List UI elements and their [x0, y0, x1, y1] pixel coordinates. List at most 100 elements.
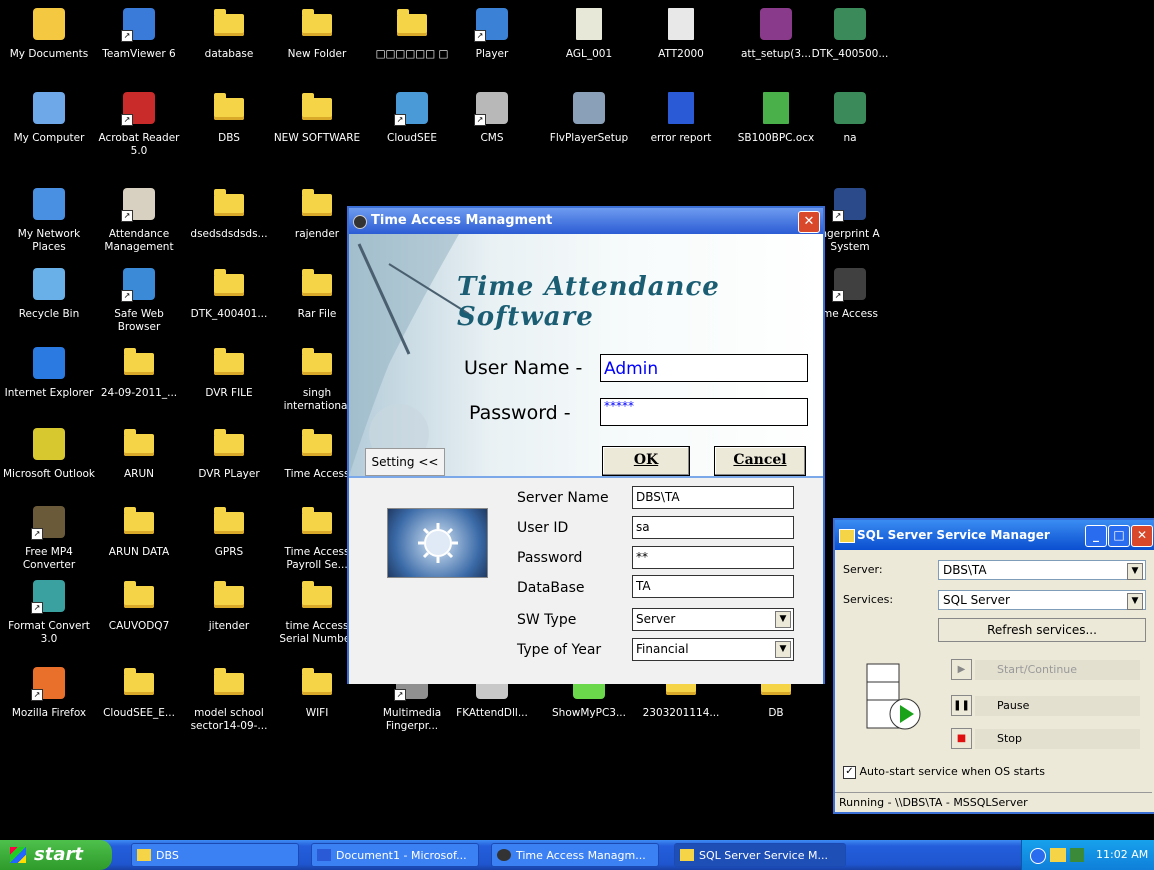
chevron-down-icon[interactable]: ▼: [1127, 593, 1143, 610]
taskbar-item-sql-server[interactable]: SQL Server Service M...: [674, 843, 846, 867]
desktop-icon[interactable]: DTK_400401...: [183, 268, 275, 321]
desktop-icon[interactable]: ↗ Attendance Management: [93, 188, 185, 254]
server-name-input[interactable]: DBS\TA: [632, 486, 794, 509]
start-button[interactable]: start: [0, 840, 112, 870]
chevron-down-icon[interactable]: ▼: [1127, 563, 1143, 580]
desktop-icon[interactable]: My Network Places: [3, 188, 95, 254]
desktop-icon-label: Recycle Bin: [18, 308, 80, 320]
desktop-icon[interactable]: ↗ CloudSEE: [366, 92, 458, 145]
desktop-icon[interactable]: ↗ Acrobat Reader 5.0: [93, 92, 185, 158]
year-type-select[interactable]: Financial ▼: [632, 638, 794, 661]
desktop-icon[interactable]: FlvPlayerSetup: [543, 92, 635, 145]
close-button[interactable]: ✕: [1131, 525, 1153, 547]
desktop-icon[interactable]: jitender: [183, 580, 275, 633]
desktop-icon[interactable]: CloudSEE_E...: [93, 667, 185, 720]
folder-icon: [213, 268, 245, 300]
desktop-icon[interactable]: dsedsdsdsds...: [183, 188, 275, 241]
desktop-icon-label: GPRS: [214, 546, 244, 558]
my-computer-icon: [33, 92, 65, 124]
start-button[interactable]: ▶: [951, 659, 972, 680]
taskbar-item-word[interactable]: Document1 - Microsof...: [311, 843, 479, 867]
database-input[interactable]: TA: [632, 575, 794, 598]
server-select[interactable]: DBS\TA ▼: [938, 560, 1146, 580]
taskbar-item-label: SQL Server Service M...: [699, 849, 828, 862]
tray-arrow-icon[interactable]: [1030, 848, 1046, 864]
desktop-icon[interactable]: Microsoft Outlook: [3, 428, 95, 481]
chevron-down-icon[interactable]: ▼: [775, 611, 791, 628]
network-tray-icon[interactable]: [1070, 848, 1084, 862]
sql-titlebar[interactable]: SQL Server Service Manager _ □ ✕: [835, 520, 1154, 550]
desktop-icon-label: Free MP4 Converter: [22, 546, 76, 571]
shortcut-arrow-icon: ↗: [31, 689, 43, 701]
user-id-input[interactable]: sa: [632, 516, 794, 539]
desktop-icon[interactable]: DTK_400500...: [804, 8, 896, 61]
desktop-icon[interactable]: error report: [635, 92, 727, 145]
desktop-icon-label: jitender: [208, 620, 250, 632]
folder-icon: [213, 347, 245, 379]
desktop-icon[interactable]: ATT2000: [635, 8, 727, 61]
taskbar-item-time-access[interactable]: Time Access Managm...: [491, 843, 659, 867]
ok-button[interactable]: OK: [602, 446, 690, 476]
services-select[interactable]: SQL Server ▼: [938, 590, 1146, 610]
desktop-icon-label: database: [204, 48, 254, 60]
desktop-icon[interactable]: CAUVODQ7: [93, 580, 185, 633]
minimize-button[interactable]: _: [1085, 525, 1107, 547]
desktop-icon[interactable]: DVR FILE: [183, 347, 275, 400]
desktop-icon[interactable]: ↗ Mozilla Firefox: [3, 667, 95, 720]
desktop-icon-label: Safe Web Browser: [114, 308, 164, 333]
close-button[interactable]: ✕: [798, 211, 820, 233]
desktop-icon[interactable]: New Folder: [271, 8, 363, 61]
time-access-titlebar[interactable]: Time Access Managment ✕: [349, 208, 823, 234]
stop-button[interactable]: ■: [951, 728, 972, 749]
autostart-checkbox[interactable]: ✓: [843, 765, 856, 779]
desktop-icon[interactable]: ↗ Free MP4 Converter: [3, 506, 95, 572]
desktop-icon-label: ShowMyPC3...: [552, 707, 626, 719]
pause-button[interactable]: ❚❚: [951, 695, 972, 716]
winrar-icon: [760, 8, 792, 40]
cancel-button[interactable]: Cancel: [714, 446, 806, 476]
shortcut-arrow-icon: ↗: [832, 290, 844, 302]
desktop-icon[interactable]: ARUN DATA: [93, 506, 185, 559]
password-input[interactable]: *****: [600, 398, 808, 426]
teamviewer-icon: ↗: [121, 8, 155, 42]
desktop-icon[interactable]: ↗ CMS: [446, 92, 538, 145]
desktop-icon[interactable]: database: [183, 8, 275, 61]
sw-type-label: SW Type: [517, 612, 577, 628]
desktop-icon[interactable]: ↗ Player: [446, 8, 538, 61]
desktop-icon[interactable]: ↗ Safe Web Browser: [93, 268, 185, 334]
desktop-icon[interactable]: My Documents: [3, 8, 95, 61]
taskbar-item-dbs[interactable]: DBS: [131, 843, 299, 867]
refresh-services-button[interactable]: Refresh services...: [938, 618, 1146, 642]
desktop-icon-label: Format Convert 3.0: [8, 620, 90, 645]
setup-icon: [573, 92, 605, 124]
clock[interactable]: 11:02 AM: [1096, 840, 1148, 870]
setting-button[interactable]: Setting <<: [365, 448, 445, 476]
folder-icon: [301, 428, 333, 460]
desktop-icon[interactable]: Internet Explorer: [3, 347, 95, 400]
gear-globe-image: [387, 508, 488, 578]
desktop-icon[interactable]: NEW SOFTWARE: [271, 92, 363, 145]
desktop-icon[interactable]: AGL_001: [543, 8, 635, 61]
username-input[interactable]: Admin: [600, 354, 808, 382]
time-access-icon: ↗: [832, 268, 866, 302]
sql-server-tray-icon[interactable]: [1050, 848, 1066, 862]
chevron-down-icon[interactable]: ▼: [775, 641, 791, 658]
desktop-icon[interactable]: 24-09-2011_...: [93, 347, 185, 400]
desktop-icon[interactable]: GPRS: [183, 506, 275, 559]
desktop-icon[interactable]: DBS: [183, 92, 275, 145]
desktop-icon-label: CAUVODQ7: [108, 620, 170, 632]
desktop-icon[interactable]: ARUN: [93, 428, 185, 481]
desktop-icon[interactable]: ↗ TeamViewer 6: [93, 8, 185, 61]
sw-type-select[interactable]: Server ▼: [632, 608, 794, 631]
desktop-icon[interactable]: My Computer: [3, 92, 95, 145]
desktop-icon[interactable]: ↗ Format Convert 3.0: [3, 580, 95, 646]
folder-icon: [123, 506, 155, 538]
desktop-icon[interactable]: model school sector14-09-...: [183, 667, 275, 733]
desktop-icon[interactable]: DVR PLayer: [183, 428, 275, 481]
desktop-icon[interactable]: □□□□□□ □: [366, 8, 458, 61]
sql-server-icon: [839, 529, 855, 543]
db-password-input[interactable]: **: [632, 546, 794, 569]
maximize-button[interactable]: □: [1108, 525, 1130, 547]
desktop-icon[interactable]: na: [804, 92, 896, 145]
desktop-icon[interactable]: Recycle Bin: [3, 268, 95, 321]
